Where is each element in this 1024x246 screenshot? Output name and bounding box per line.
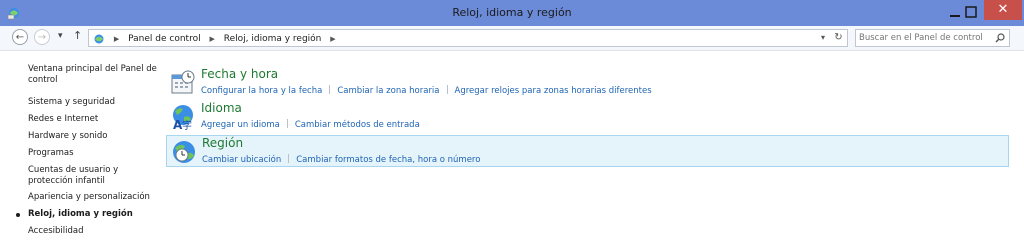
category-date-time: Fecha y hora Configurar la hora y la fec…: [166, 67, 1009, 99]
minimize-icon[interactable]: [948, 6, 962, 20]
search-icon[interactable]: [995, 33, 1005, 43]
address-toolbar: ← → ▾ ↑ ▶ Panel de control ▶ Reloj, idio…: [0, 26, 1024, 51]
link-add-language[interactable]: Agregar un idioma: [201, 120, 280, 130]
breadcrumb-item[interactable]: Reloj, idioma y región: [224, 34, 322, 44]
link-change-location[interactable]: Cambiar ubicación: [202, 155, 281, 165]
chevron-down-icon: ▾: [820, 33, 825, 42]
search-box[interactable]: [855, 29, 1010, 47]
link-change-formats[interactable]: Cambiar formatos de fecha, hora o número: [296, 155, 480, 165]
recent-locations-button[interactable]: ▾: [58, 31, 63, 41]
forward-button[interactable]: →: [34, 29, 50, 45]
refresh-icon: ↻: [834, 32, 843, 43]
maximize-icon[interactable]: [965, 6, 977, 18]
sidebar-item-appearance[interactable]: Apariencia y personalización: [28, 192, 158, 203]
sidebar-item-accessibility[interactable]: Accesibilidad: [28, 226, 158, 237]
arrow-right-icon: →: [37, 32, 47, 43]
arrow-up-icon: ↑: [73, 29, 83, 42]
close-icon: ✕: [997, 2, 1009, 17]
control-panel-icon: [94, 34, 104, 44]
window-title: Reloj, idioma y región: [452, 6, 572, 19]
date-time-icon[interactable]: [169, 69, 197, 97]
breadcrumb-item[interactable]: Panel de control: [128, 34, 200, 44]
link-divider: [446, 85, 448, 94]
sidebar-item-control-panel-home[interactable]: Ventana principal del Panel de control: [28, 64, 158, 86]
sidebar-item-hardware-sound[interactable]: Hardware y sonido: [28, 131, 158, 142]
category-links: Configurar la hora y la fecha Cambiar la …: [201, 85, 652, 96]
breadcrumb: ▶ Panel de control ▶ Reloj, idioma y reg…: [93, 33, 342, 45]
link-add-clocks[interactable]: Agregar relojes para zonas horarias dife…: [455, 86, 652, 96]
up-button[interactable]: ↑: [73, 29, 82, 42]
link-set-time-date[interactable]: Configurar la hora y la fecha: [201, 86, 322, 96]
breadcrumb-chevron-icon[interactable]: ▶: [330, 35, 335, 43]
breadcrumb-chevron-icon[interactable]: ▶: [114, 35, 119, 43]
chevron-down-icon: ▾: [58, 31, 63, 41]
close-button[interactable]: ✕: [984, 0, 1022, 20]
address-bar[interactable]: ▶ Panel de control ▶ Reloj, idioma y reg…: [88, 29, 848, 47]
svg-text:字: 字: [182, 119, 192, 131]
category-title[interactable]: Región: [202, 136, 243, 150]
link-change-input-methods[interactable]: Cambiar métodos de entrada: [295, 120, 420, 130]
region-icon[interactable]: [170, 138, 198, 166]
sidebar-item-user-accounts[interactable]: Cuentas de usuario y protección infantil: [28, 165, 158, 187]
category-region: Región Cambiar ubicación Cambiar formatos…: [166, 135, 1009, 167]
language-icon[interactable]: A 字: [169, 103, 197, 131]
sidebar: Ventana principal del Panel de control S…: [0, 51, 160, 246]
category-links: Agregar un idioma Cambiar métodos de entr…: [201, 119, 420, 130]
back-button[interactable]: ←: [12, 29, 28, 45]
sidebar-item-network-internet[interactable]: Redes e Internet: [28, 114, 158, 125]
sidebar-item-programs[interactable]: Programas: [28, 148, 158, 159]
category-language: A 字 Idioma Agregar un idioma Cambiar méto…: [166, 101, 1009, 133]
link-change-time-zone[interactable]: Cambiar la zona horaria: [337, 86, 439, 96]
category-title[interactable]: Fecha y hora: [201, 67, 278, 81]
link-divider: [288, 154, 290, 163]
link-divider: [286, 119, 288, 128]
link-divider: [329, 85, 331, 94]
breadcrumb-chevron-icon[interactable]: ▶: [209, 35, 214, 43]
address-dropdown-button[interactable]: ▾: [821, 33, 825, 42]
category-links: Cambiar ubicación Cambiar formatos de fec…: [202, 154, 480, 165]
title-bar: Reloj, idioma y región ✕: [0, 0, 1024, 27]
refresh-button[interactable]: ↻: [830, 29, 848, 47]
search-input[interactable]: [859, 31, 987, 44]
sidebar-item-system-security[interactable]: Sistema y seguridad: [28, 97, 158, 108]
category-title[interactable]: Idioma: [201, 101, 242, 115]
sidebar-item-clock-language-region[interactable]: Reloj, idioma y región: [28, 209, 158, 220]
arrow-left-icon: ←: [15, 32, 25, 43]
current-page-bullet: [16, 213, 20, 217]
